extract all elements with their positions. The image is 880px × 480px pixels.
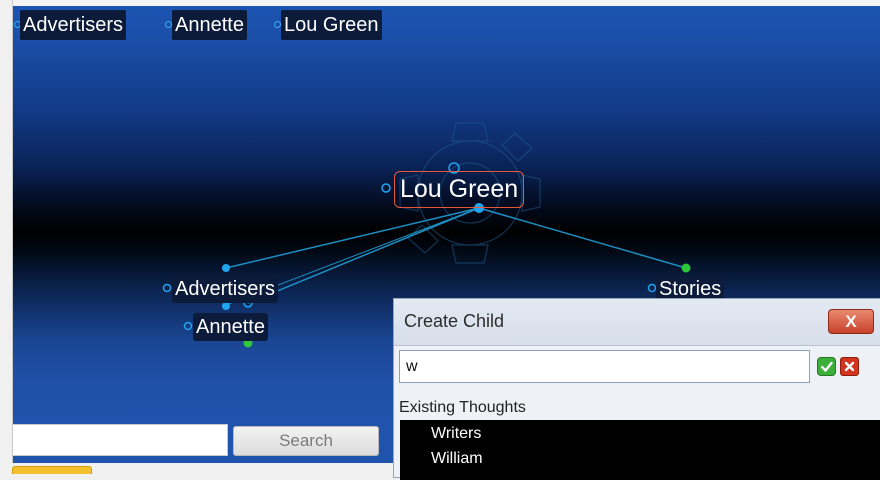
link-line xyxy=(478,207,687,269)
list-item[interactable]: Writers xyxy=(431,425,481,443)
jump-gate-dot[interactable] xyxy=(183,321,193,331)
crumb-dot-icon xyxy=(274,21,281,28)
jump-gate-dot[interactable] xyxy=(162,283,172,293)
dialog-titlebar[interactable]: Create Child X xyxy=(394,299,880,346)
jump-gate-dot[interactable] xyxy=(647,283,657,293)
node-gate-dot[interactable] xyxy=(222,302,230,310)
node-gate-dot[interactable] xyxy=(222,264,230,272)
link-line xyxy=(225,207,480,269)
breadcrumb-item[interactable]: Advertisers xyxy=(20,10,127,40)
create-child-dialog: Create Child X w Existing Thoughts Write… xyxy=(393,298,880,480)
breadcrumb-item[interactable]: Annette xyxy=(172,10,247,40)
close-button[interactable]: X xyxy=(828,309,874,334)
top-edge xyxy=(0,0,880,6)
active-thought[interactable]: Lou Green xyxy=(394,171,525,208)
existing-thoughts-list: Writers William xyxy=(400,420,880,480)
existing-thoughts-label: Existing Thoughts xyxy=(399,399,526,416)
search-input[interactable] xyxy=(12,424,228,456)
search-button[interactable]: Search xyxy=(233,426,379,456)
left-edge xyxy=(0,0,13,473)
check-icon[interactable] xyxy=(817,357,836,376)
link-line xyxy=(247,207,480,304)
parent-thought[interactable]: Advertisers xyxy=(172,275,279,303)
child-gate-dot[interactable] xyxy=(681,263,691,273)
parent-thought[interactable]: Annette xyxy=(193,313,268,341)
dialog-title: Create Child xyxy=(404,311,505,331)
child-name-input[interactable]: w xyxy=(399,350,810,383)
close-icon: X xyxy=(845,312,857,331)
crumb-dot-icon xyxy=(165,21,172,28)
list-item[interactable]: William xyxy=(431,450,483,468)
jump-gate-dot[interactable] xyxy=(381,183,391,193)
x-icon[interactable] xyxy=(840,357,859,376)
breadcrumb-item[interactable]: Lou Green xyxy=(281,10,382,40)
